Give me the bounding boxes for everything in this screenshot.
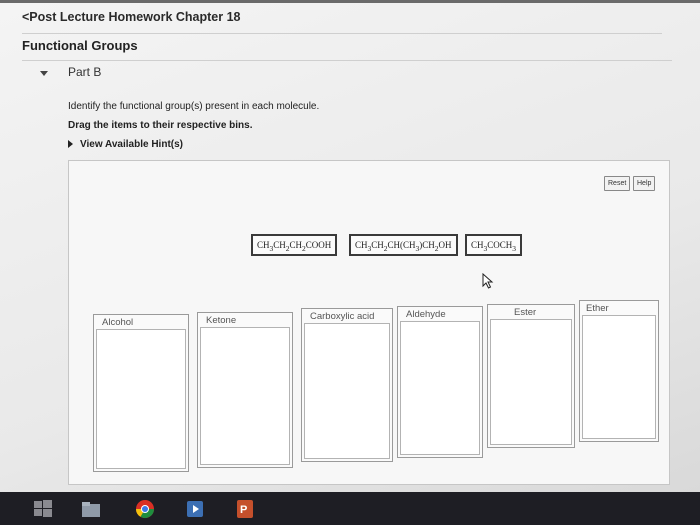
part-b-toggle[interactable] bbox=[40, 66, 64, 80]
bin-drop-area[interactable] bbox=[200, 327, 290, 465]
bin-ketone[interactable]: Ketone bbox=[197, 312, 293, 468]
bin-drop-area[interactable] bbox=[490, 319, 572, 445]
bin-aldehyde[interactable]: Aldehyde bbox=[397, 306, 483, 458]
reset-button[interactable]: Reset bbox=[604, 176, 631, 191]
part-title: Part B bbox=[68, 65, 102, 79]
bin-ester[interactable]: Ester bbox=[487, 304, 575, 448]
mouse-cursor-icon bbox=[482, 273, 494, 289]
help-button[interactable]: Help bbox=[633, 176, 656, 191]
bin-label: Ether bbox=[586, 303, 609, 314]
browser-page: <Post Lecture Homework Chapter 18 Functi… bbox=[0, 0, 700, 492]
question-instruction: Identify the functional group(s) present… bbox=[68, 101, 320, 112]
bin-alcohol[interactable]: Alcohol bbox=[93, 314, 189, 472]
chrome-icon[interactable] bbox=[134, 498, 156, 520]
top-border bbox=[0, 0, 700, 3]
back-link[interactable]: <Post Lecture Homework Chapter 18 bbox=[22, 10, 240, 24]
bin-label: Ketone bbox=[206, 315, 237, 326]
windows-taskbar: P bbox=[0, 492, 700, 525]
drag-drop-workspace: Reset Help CH3CH2CH2COOH CH3CH2CH(CH3)CH… bbox=[68, 160, 670, 485]
header-divider bbox=[22, 33, 662, 34]
collapse-caret-icon bbox=[40, 71, 48, 77]
bin-label: Alcohol bbox=[102, 317, 134, 328]
expand-triangle-icon bbox=[68, 140, 73, 149]
bin-ether[interactable]: Ether bbox=[579, 300, 659, 442]
bin-drop-area[interactable] bbox=[582, 315, 656, 439]
svg-text:P: P bbox=[240, 504, 247, 516]
media-player-icon[interactable] bbox=[184, 498, 206, 520]
drag-instruction: Drag the items to their respective bins. bbox=[68, 120, 253, 131]
molecule-tile[interactable]: CH3COCH3 bbox=[465, 234, 523, 256]
molecule-tile[interactable]: CH3CH2CH(CH3)CH2OH bbox=[349, 234, 458, 256]
bin-drop-area[interactable] bbox=[400, 321, 480, 455]
windows-icon[interactable] bbox=[32, 498, 54, 520]
page-title: Functional Groups bbox=[22, 38, 138, 53]
molecule-tile[interactable]: CH3CH2CH2COOH bbox=[251, 234, 338, 256]
bin-label: Aldehyde bbox=[406, 309, 446, 320]
file-explorer-icon[interactable] bbox=[80, 498, 102, 520]
bin-drop-area[interactable] bbox=[304, 323, 390, 459]
powerpoint-icon[interactable]: P bbox=[234, 498, 256, 520]
bin-label: Carboxylic acid bbox=[310, 311, 375, 322]
bin-label: Ester bbox=[514, 307, 537, 318]
hint-label: View Available Hint(s) bbox=[80, 139, 183, 150]
section-divider bbox=[22, 60, 672, 61]
view-hints-link[interactable]: View Available Hint(s) bbox=[68, 139, 183, 150]
bin-drop-area[interactable] bbox=[96, 329, 186, 469]
bin-carboxylic-acid[interactable]: Carboxylic acid bbox=[301, 308, 393, 462]
